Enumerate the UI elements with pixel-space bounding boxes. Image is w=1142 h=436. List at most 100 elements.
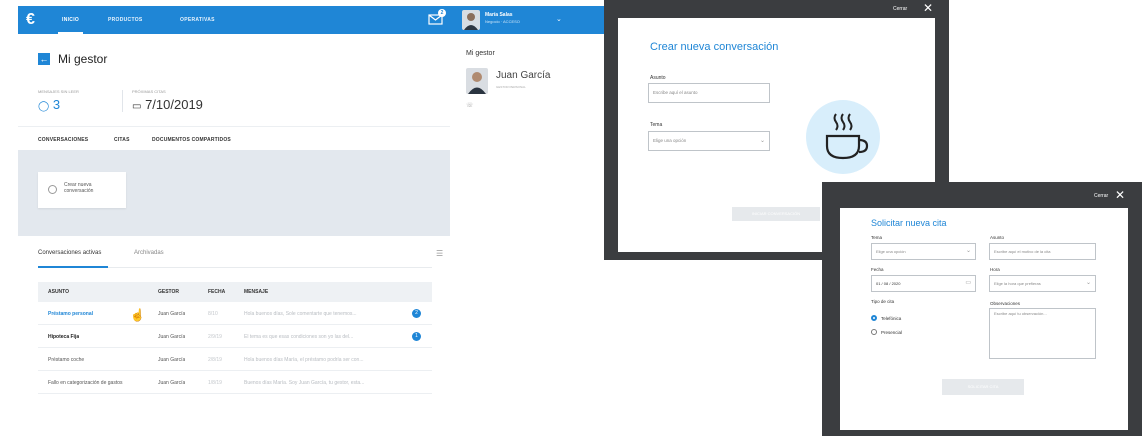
date-cell: 1/8/19 <box>208 380 222 386</box>
time-select[interactable]: Elige la hora que prefieras ⌄ <box>989 275 1096 292</box>
column-header[interactable]: MENSAJE <box>244 289 268 295</box>
screenshot-root: € INICIO PRODUCTOS OPERATIVAS 2 María Sa… <box>0 0 1142 436</box>
topic-label: Tema <box>871 235 883 240</box>
tab-citas[interactable]: CITAS <box>114 137 130 143</box>
divider <box>122 90 123 112</box>
nav-item-operativas[interactable]: OPERATIVAS <box>180 6 215 34</box>
table-header: ASUNTO GESTOR FECHA MENSAJE <box>38 282 432 302</box>
column-header[interactable]: FECHA <box>208 289 225 295</box>
column-header[interactable]: GESTOR <box>158 289 179 295</box>
start-conversation-button[interactable]: INICIAR CONVERSACIÓN <box>732 207 820 221</box>
notes-textarea[interactable]: Escribe aquí tu observación... <box>989 308 1096 359</box>
date-cell: 2/8/19 <box>208 357 222 363</box>
user-avatar[interactable] <box>462 10 480 30</box>
table-row[interactable]: Fallo en categorización de gastos Juan G… <box>38 371 432 394</box>
next-appointments-label: PRÓXIMAS CITAS <box>132 89 166 94</box>
appointment-type-label: Tipo de cita <box>871 299 895 304</box>
date-label: Fecha <box>871 267 884 272</box>
tab-documentos[interactable]: DOCUMENTOS COMPARTIDOS <box>152 137 231 143</box>
coffee-illustration <box>806 100 880 174</box>
request-appointment-button[interactable]: SOLICITAR CITA <box>942 379 1024 395</box>
bank-logo[interactable]: € <box>26 12 35 28</box>
time-label: Hora <box>990 267 1000 272</box>
topic-select[interactable]: Elige una opción ⌄ <box>648 131 770 151</box>
subject-cell[interactable]: Fallo en categorización de gastos <box>48 380 123 386</box>
user-name: María Salas <box>485 12 513 18</box>
banking-app: € INICIO PRODUCTOS OPERATIVAS 2 María Sa… <box>18 6 610 426</box>
message-cell: Hola buenos días María, el préstamo podr… <box>244 357 364 363</box>
filter-icon[interactable]: ☰ <box>436 249 446 259</box>
close-link[interactable]: Cerrar <box>893 6 907 12</box>
unread-messages-label: MENSAJES SIN LEER <box>38 89 79 94</box>
user-role: Negocio · ACCESO <box>485 19 520 24</box>
manager-cell: Juan García <box>158 311 186 317</box>
side-panel-title: Mi gestor <box>466 50 495 57</box>
date-cell: 2/9/19 <box>208 334 222 340</box>
message-cell: El tema es que esas condiciones son yo l… <box>244 334 354 340</box>
person-icon <box>468 72 486 94</box>
hand-cursor-icon: ☝ <box>130 308 145 322</box>
chat-icon: ◯ <box>38 101 50 112</box>
conversation-subtabs: Conversaciones activas Archivadas ☰ <box>38 246 443 268</box>
modal-title: Crear nueva conversación <box>650 41 779 53</box>
unread-count-badge: 2 <box>412 309 421 318</box>
topic-label: Tema <box>650 122 663 128</box>
coffee-cup-icon <box>825 113 869 160</box>
manager-cell: Juan García <box>158 357 186 363</box>
radio-label-telefonica: Telefónica <box>881 316 902 321</box>
subject-input[interactable]: Escribe aquí el asunto <box>648 83 770 103</box>
manager-name: Juan García <box>496 70 551 81</box>
subject-label: Asunto <box>990 235 1005 240</box>
subject-input[interactable]: Escribe aquí el motivo de la cita <box>989 243 1096 260</box>
next-appointments-value: ▭ 7/10/2019 <box>132 97 203 112</box>
modal-title: Solicitar nueva cita <box>871 218 947 228</box>
table-row[interactable]: Hipoteca Fija Juan García 2/9/19 El tema… <box>38 325 432 348</box>
radio-telefonica[interactable] <box>871 315 877 321</box>
add-chat-icon <box>48 185 57 194</box>
tab-conversaciones[interactable]: CONVERSACIONES <box>38 137 88 143</box>
message-cell: Hola buenos días, Sole comentarte que te… <box>244 311 357 317</box>
manager-avatar <box>466 68 488 94</box>
manager-cell: Juan García <box>158 380 186 386</box>
date-cell: 8/10 <box>208 311 218 317</box>
back-button[interactable]: ← <box>38 53 50 65</box>
chevron-down-icon: ⌄ <box>965 248 971 254</box>
nav-item-inicio[interactable]: INICIO <box>58 6 84 34</box>
manager-cell: Juan García <box>158 334 186 340</box>
table-row[interactable]: Préstamo coche Juan García 2/8/19 Hola b… <box>38 348 432 371</box>
active-subtab-indicator <box>38 266 108 268</box>
calendar-icon[interactable]: ▭ <box>965 276 971 291</box>
subject-cell[interactable]: Préstamo personal <box>48 311 93 317</box>
message-cell: Buenos días María. Soy Juan García, tu g… <box>244 380 365 386</box>
create-conversation-button[interactable]: Crear nueva conversación <box>38 172 126 208</box>
nav-item-productos[interactable]: PRODUCTOS <box>108 6 143 34</box>
radio-presencial[interactable] <box>871 329 877 335</box>
conversations-table: ASUNTO GESTOR FECHA MENSAJE Préstamo per… <box>38 282 432 394</box>
close-link[interactable]: Cerrar <box>1094 193 1108 199</box>
chevron-down-icon[interactable]: ⌄ <box>556 15 562 23</box>
unread-messages-value: ◯ 3 <box>38 97 61 112</box>
create-conversation-label: Crear nueva conversación <box>64 182 94 194</box>
subject-label: Asunto <box>650 75 666 81</box>
notification-badge: 2 <box>438 9 446 17</box>
close-icon[interactable]: ✕ <box>1115 189 1125 201</box>
topic-select[interactable]: Elige una opción ⌄ <box>871 243 976 260</box>
subtab-active-conversations[interactable]: Conversaciones activas <box>38 250 101 256</box>
table-row[interactable]: Préstamo personal Juan García 8/10 Hola … <box>38 302 432 325</box>
unread-count-badge: 1 <box>412 332 421 341</box>
subtab-archived[interactable]: Archivadas <box>134 250 164 256</box>
manager-role: GESTOR PERSONAL <box>496 85 526 89</box>
page-title: Mi gestor <box>58 52 108 66</box>
phone-icon[interactable]: ☏ <box>466 102 474 109</box>
calendar-icon: ▭ <box>132 101 142 112</box>
arrow-left-icon: ← <box>39 54 49 64</box>
top-navigation-bar: € INICIO PRODUCTOS OPERATIVAS 2 María Sa… <box>18 6 610 34</box>
close-icon[interactable]: ✕ <box>923 2 933 14</box>
subject-cell[interactable]: Hipoteca Fija <box>48 334 79 340</box>
date-input[interactable]: 01 / 08 / 2020 ▭ <box>871 275 976 292</box>
radio-label-presencial: Presencial <box>881 330 903 335</box>
chevron-down-icon: ⌄ <box>759 138 765 144</box>
subject-cell[interactable]: Préstamo coche <box>48 357 84 363</box>
chevron-down-icon: ⌄ <box>1085 280 1091 286</box>
column-header[interactable]: ASUNTO <box>48 289 69 295</box>
